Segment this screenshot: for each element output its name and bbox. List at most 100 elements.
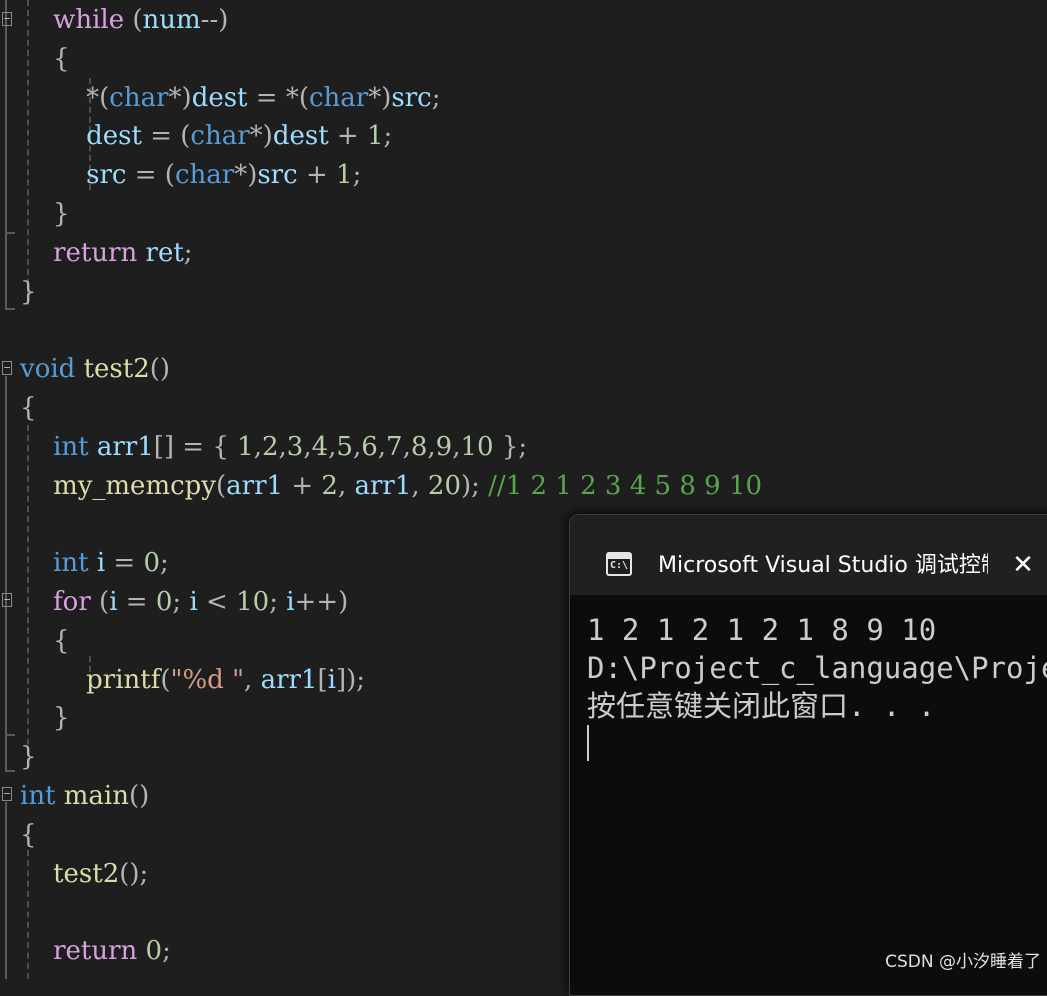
code-token: arr1: [260, 664, 318, 695]
code-token: "%d ": [170, 664, 245, 695]
code-token: 0: [145, 936, 163, 967]
code-token: arr1: [96, 431, 154, 462]
code-token: *(: [285, 82, 309, 113]
code-token: 7: [386, 431, 403, 462]
code-token: (: [160, 664, 171, 695]
collapse-toggle-icon[interactable]: −: [2, 593, 12, 607]
code-token: void: [20, 354, 76, 385]
code-token: int: [53, 548, 89, 579]
code-token: *(: [86, 82, 110, 113]
console-window-title: Microsoft Visual Studio 调试控制台: [658, 553, 988, 578]
code-token: 4: [311, 431, 329, 462]
code-token: = (: [141, 121, 191, 152]
code-token: }: [20, 199, 70, 229]
code-token: *): [368, 82, 392, 113]
code-line[interactable]: {: [20, 389, 1047, 427]
code-token: =: [247, 82, 286, 113]
code-token: 9: [435, 431, 453, 462]
code-line[interactable]: *(char*)dest = *(char*)src;: [20, 79, 1047, 117]
outline-end-marker: [5, 308, 15, 310]
code-token: (): [129, 781, 150, 811]
code-token: +: [297, 160, 337, 191]
code-token: =: [105, 548, 144, 579]
code-line[interactable]: }: [20, 273, 1047, 311]
code-token: ,: [411, 470, 428, 501]
console-title-bar[interactable]: C:\ Microsoft Visual Studio 调试控制台 ✕: [570, 515, 1047, 595]
code-token: ;: [383, 121, 393, 152]
code-token: 3: [286, 431, 304, 462]
code-token: dest: [86, 121, 142, 152]
code-token: ,: [377, 431, 387, 462]
code-token: ,: [303, 431, 312, 462]
code-token: ,: [244, 664, 261, 695]
code-line[interactable]: src = (char*)src + 1;: [20, 156, 1047, 194]
code-token: +: [283, 470, 322, 501]
outline-bar: [5, 376, 7, 772]
close-icon[interactable]: ✕: [1002, 547, 1044, 583]
code-token: +: [328, 121, 367, 152]
code-token: *): [249, 121, 273, 152]
collapse-toggle-icon[interactable]: −: [2, 361, 12, 375]
code-token: while: [53, 5, 125, 35]
code-token: ;: [160, 548, 169, 579]
console-text-cursor: [587, 725, 589, 761]
code-line[interactable]: return ret;: [20, 234, 1047, 272]
code-token: ,: [253, 431, 262, 462]
code-token: ();: [119, 858, 149, 889]
code-line[interactable]: int arr1[] = { 1,2,3,4,5,6,7,8,9,10 };: [20, 428, 1047, 466]
code-token: );: [461, 470, 489, 501]
code-token: 6: [361, 431, 378, 462]
code-token: ,: [402, 431, 411, 462]
code-token: int: [53, 431, 89, 462]
code-line[interactable]: void test2(): [20, 350, 1047, 388]
code-token: }: [20, 703, 70, 734]
code-token: test2: [83, 354, 150, 385]
code-line[interactable]: }: [20, 195, 1047, 233]
code-token: arr1: [354, 470, 412, 501]
code-token: 8: [410, 431, 428, 462]
code-token: ;: [183, 237, 193, 268]
code-token: ;: [269, 587, 287, 617]
code-token: 10: [460, 431, 494, 462]
code-token: };: [493, 431, 528, 462]
code-line[interactable]: while (num--): [20, 1, 1047, 39]
code-token: i: [286, 587, 295, 617]
code-line[interactable]: my_memcpy(arr1 + 2, arr1, 20); //1 2 1 2…: [20, 467, 1047, 505]
code-line[interactable]: {: [20, 40, 1047, 78]
code-token: i: [327, 664, 336, 695]
code-token: = (: [126, 160, 175, 191]
debug-console-window[interactable]: C:\ Microsoft Visual Studio 调试控制台 ✕ 1 2 …: [569, 514, 1047, 996]
code-token: 1: [366, 121, 384, 152]
collapse-toggle-icon[interactable]: −: [2, 787, 12, 801]
watermark: CSDN @小汐睡着了: [885, 952, 1041, 972]
code-token: i: [96, 548, 106, 579]
code-token: return: [53, 936, 138, 967]
outline-bar: [5, 802, 7, 979]
code-token: char: [190, 121, 250, 152]
collapse-toggle-icon[interactable]: −: [2, 12, 12, 26]
code-line[interactable]: dest = (char*)dest + 1;: [20, 117, 1047, 155]
code-token: (: [124, 5, 143, 35]
code-token: *): [168, 82, 192, 113]
code-token: --): [200, 5, 229, 35]
code-line[interactable]: [20, 311, 1047, 349]
code-token: ,: [427, 431, 436, 462]
code-token: i: [109, 587, 118, 617]
code-token: ,: [352, 431, 362, 462]
code-token: ;: [431, 82, 441, 113]
code-token: (): [149, 354, 171, 385]
code-token: {: [20, 625, 70, 656]
code-token: ,: [337, 470, 355, 501]
console-output-line: D:\Project_c_language\Project: [587, 651, 1047, 685]
console-output: 1 2 1 2 1 2 1 8 9 10 D:\Project_c_langua…: [587, 611, 1047, 725]
code-token: =: [117, 587, 156, 617]
